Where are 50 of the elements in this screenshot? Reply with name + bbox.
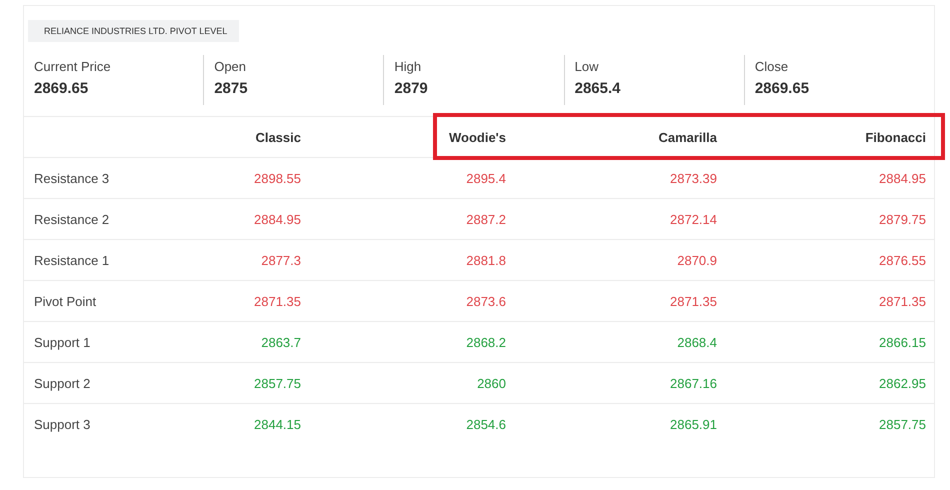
stat-label: Close <box>754 58 790 74</box>
table-cell: 2884.95 <box>254 212 301 226</box>
table-cell: 2860 <box>477 376 506 390</box>
table-cell: 2844.15 <box>254 416 301 432</box>
table-cell: 2862.95 <box>879 376 926 390</box>
stat-label: Current Price <box>34 58 112 74</box>
column-header: Classic <box>255 130 301 144</box>
row-label: Resistance 1 <box>34 252 110 268</box>
row-label: Support 1 <box>34 334 90 350</box>
table-cell: 2895.4 <box>466 170 506 186</box>
row-label: Resistance 2 <box>34 212 110 226</box>
table-cell: 2871.35 <box>670 294 717 308</box>
row-label: Resistance 3 <box>34 170 110 186</box>
table-cell: 2876.55 <box>879 252 926 268</box>
table-cell: 2872.14 <box>670 212 717 226</box>
stat-value: 2869.65 <box>34 80 90 97</box>
table-cell: 2873.6 <box>466 294 506 308</box>
table-cell: 2854.6 <box>466 416 506 432</box>
table-cell: 2887.2 <box>466 212 506 226</box>
table-cell: 2867.16 <box>670 376 717 390</box>
table-cell: 2866.15 <box>879 334 926 350</box>
stat-value: 2865.4 <box>574 80 622 97</box>
table-cell: 2898.55 <box>254 170 301 186</box>
table-cell: 2879.75 <box>879 212 926 226</box>
table-cell: 2857.75 <box>254 376 301 390</box>
table-cell: 2871.35 <box>254 294 301 308</box>
table-cell: 2868.2 <box>466 334 506 350</box>
section-title: RELIANCE INDUSTRIES LTD. PIVOT LEVEL <box>28 20 240 42</box>
table-cell: 2884.95 <box>879 170 926 186</box>
table-cell: 2871.35 <box>879 294 926 308</box>
column-header: Camarilla <box>658 130 717 144</box>
column-header: Woodie's <box>448 130 506 144</box>
table-cell: 2877.3 <box>261 252 301 268</box>
stat-value: 2879 <box>394 80 429 97</box>
table-cell: 2881.8 <box>466 252 506 268</box>
table-cell: 2865.91 <box>670 416 717 432</box>
row-label: Support 3 <box>34 416 90 432</box>
table-cell: 2863.7 <box>261 334 301 350</box>
stat-label: Open <box>214 58 248 74</box>
stat-value: 2875 <box>214 80 249 97</box>
table-cell: 2868.4 <box>677 334 717 350</box>
table-cell: 2857.75 <box>879 416 926 432</box>
table-cell: 2870.9 <box>677 252 717 268</box>
stat-value: 2869.65 <box>754 80 810 97</box>
stat-label: High <box>394 58 422 74</box>
table-cell: 2873.39 <box>670 170 717 186</box>
stat-label: Low <box>574 58 600 74</box>
column-header: Fibonacci <box>865 130 926 144</box>
row-label: Support 2 <box>34 376 90 390</box>
row-label: Pivot Point <box>34 294 96 308</box>
